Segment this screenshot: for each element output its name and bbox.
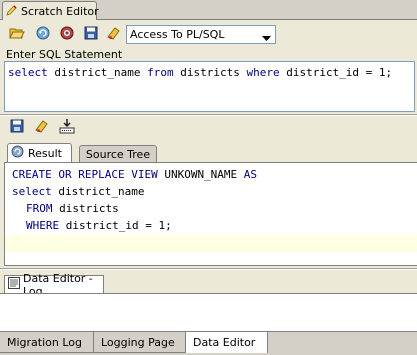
sql-keyword: CREATE OR REPLACE VIEW: [12, 168, 158, 181]
sql-text: district_name: [54, 66, 141, 79]
log-panel: [0, 293, 417, 332]
save-icon: [84, 26, 98, 43]
connect-icon: [59, 25, 75, 44]
tab-data-editor-log[interactable]: Data Editor - Log: [4, 272, 104, 298]
tab-result[interactable]: Result: [7, 143, 72, 162]
sql-statement-label: Enter SQL Statement: [6, 48, 123, 61]
tab-result-label: Result: [28, 146, 62, 160]
sql-keyword: AS: [243, 168, 258, 181]
tab-migration-log-label: Migration Log: [7, 335, 83, 349]
refresh-button[interactable]: [34, 25, 52, 43]
code-line: WHERE district_id = 1;: [26, 219, 172, 232]
result-save-button[interactable]: [8, 118, 26, 136]
tab-scratch-editor[interactable]: Scratch Editor: [2, 1, 99, 20]
open-folder-icon: [9, 26, 25, 43]
result-clear-button[interactable]: [33, 118, 51, 136]
tab-source-tree[interactable]: Source Tree: [79, 145, 157, 162]
splitter[interactable]: [0, 268, 417, 270]
sql-keyword: select: [12, 185, 52, 198]
execution-mode-value: Access To PL/SQL: [130, 28, 225, 41]
code-line: CREATE OR REPLACE VIEW UNKOWN_NAME AS: [12, 168, 257, 181]
current-line-highlight: [5, 235, 417, 252]
save-icon: [10, 119, 24, 136]
code-line: FROM districts: [26, 202, 119, 215]
code-text: district_id = 1;: [59, 219, 172, 232]
tab-data-editor[interactable]: Data Editor: [186, 332, 268, 353]
tab-logging-page-label: Logging Page: [101, 335, 175, 349]
connect-button[interactable]: [58, 25, 76, 43]
sql-keyword: from: [147, 66, 174, 79]
code-text: district_name: [51, 185, 145, 198]
execution-mode-select[interactable]: Access To PL/SQL: [126, 25, 276, 44]
result-icon: [11, 145, 24, 161]
tab-migration-log[interactable]: Migration Log: [0, 332, 94, 353]
result-export-button[interactable]: [58, 118, 76, 136]
clear-button[interactable]: [105, 25, 123, 43]
eraser-icon: [34, 118, 50, 137]
sql-statement-input[interactable]: select district_name from districts wher…: [4, 61, 415, 112]
save-button[interactable]: [82, 25, 100, 43]
code-text: districts: [52, 202, 119, 215]
pencil-icon: [6, 4, 18, 19]
sql-text: district_id = 1;: [286, 66, 393, 79]
sql-keyword: FROM: [26, 202, 53, 215]
tab-logging-page[interactable]: Logging Page: [94, 332, 186, 353]
eraser-icon: [106, 25, 122, 44]
sql-keyword: WHERE: [26, 219, 60, 232]
tab-scratch-editor-label: Scratch Editor: [21, 4, 99, 18]
sql-keyword: select: [8, 66, 48, 79]
export-icon: [59, 118, 75, 137]
splitter[interactable]: [0, 114, 417, 116]
code-line: select district_name: [12, 185, 144, 198]
tab-source-tree-label: Source Tree: [85, 147, 151, 161]
result-code-editor[interactable]: CREATE OR REPLACE VIEW UNKOWN_NAME AS se…: [4, 162, 417, 266]
open-button[interactable]: [8, 25, 26, 43]
tab-data-editor-label: Data Editor: [193, 336, 256, 349]
sql-text: districts: [180, 66, 240, 79]
log-icon: [8, 277, 20, 292]
chevron-down-icon: [262, 32, 271, 45]
view-name: UNKOWN_NAME: [157, 168, 244, 181]
refresh-icon: [35, 25, 51, 44]
sql-keyword: where: [246, 66, 280, 79]
